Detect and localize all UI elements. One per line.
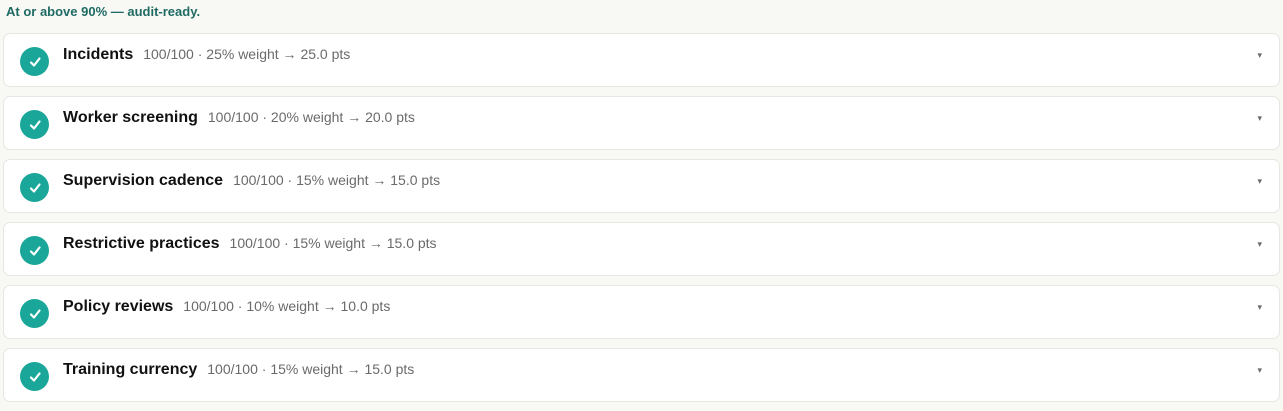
accordion-item-incidents[interactable]: Incidents 100/100 · 25% weight → 25.0 pts…	[3, 33, 1280, 87]
chevron-down-icon[interactable]: ▾	[1257, 50, 1262, 60]
score-breakdown-list: Incidents 100/100 · 25% weight → 25.0 pts…	[3, 33, 1280, 411]
item-score-meta: 100/100 · 20% weight → 20.0 pts	[207, 109, 415, 125]
check-circle-icon	[20, 173, 49, 202]
item-title-text: Worker screening	[63, 109, 198, 126]
chevron-down-icon[interactable]: ▾	[1257, 176, 1262, 186]
check-circle-icon	[20, 110, 49, 139]
check-circle-icon	[20, 362, 49, 391]
chevron-down-icon[interactable]: ▾	[1257, 365, 1262, 375]
item-title: Training currency 100/100 · 15% weight → …	[63, 360, 414, 379]
chevron-down-icon[interactable]: ▾	[1257, 239, 1262, 249]
status-banner: At or above 90% — audit-ready.	[6, 4, 201, 19]
item-title: Worker screening 100/100 · 20% weight → 2…	[63, 108, 415, 127]
item-title-text: Training currency	[63, 361, 198, 378]
item-title: Supervision cadence 100/100 · 15% weight …	[63, 171, 440, 190]
item-title: Restrictive practices 100/100 · 15% weigh…	[63, 234, 437, 253]
check-circle-icon	[20, 47, 49, 76]
item-score-meta: 100/100 · 15% weight → 15.0 pts	[233, 172, 441, 188]
item-score-meta: 100/100 · 25% weight → 25.0 pts	[143, 46, 351, 62]
accordion-item-policy-reviews[interactable]: Policy reviews 100/100 · 10% weight → 10.…	[3, 285, 1280, 339]
item-score-meta: 100/100 · 15% weight → 15.0 pts	[207, 361, 415, 377]
chevron-down-icon[interactable]: ▾	[1257, 302, 1262, 312]
accordion-item-worker-screening[interactable]: Worker screening 100/100 · 20% weight → 2…	[3, 96, 1280, 150]
item-score-meta: 100/100 · 15% weight → 15.0 pts	[229, 235, 437, 251]
accordion-item-supervision-cadence[interactable]: Supervision cadence 100/100 · 15% weight …	[3, 159, 1280, 213]
accordion-item-restrictive-practices[interactable]: Restrictive practices 100/100 · 15% weigh…	[3, 222, 1280, 276]
chevron-down-icon[interactable]: ▾	[1257, 113, 1262, 123]
item-title-text: Restrictive practices	[63, 235, 220, 252]
check-circle-icon	[20, 236, 49, 265]
item-title-text: Policy reviews	[63, 298, 174, 315]
item-score-meta: 100/100 · 10% weight → 10.0 pts	[183, 298, 391, 314]
check-circle-icon	[20, 299, 49, 328]
item-title-text: Incidents	[63, 46, 134, 63]
accordion-item-training-currency[interactable]: Training currency 100/100 · 15% weight → …	[3, 348, 1280, 402]
item-title: Policy reviews 100/100 · 10% weight → 10.…	[63, 297, 390, 316]
item-title: Incidents 100/100 · 25% weight → 25.0 pts	[63, 45, 350, 64]
item-title-text: Supervision cadence	[63, 172, 224, 189]
